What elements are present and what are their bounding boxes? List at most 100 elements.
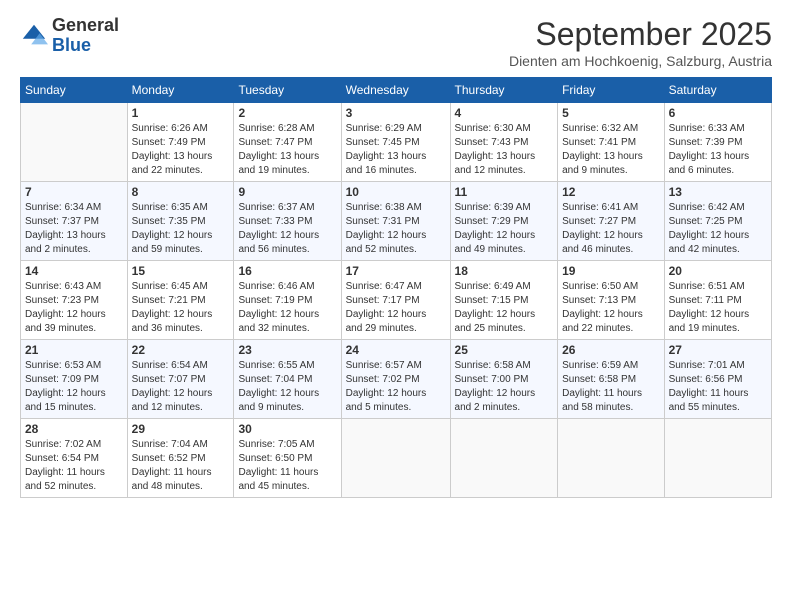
day-number: 20 (669, 264, 767, 278)
col-thursday: Thursday (450, 78, 558, 103)
col-saturday: Saturday (664, 78, 771, 103)
day-number: 7 (25, 185, 123, 199)
day-number: 29 (132, 422, 230, 436)
day-cell: 30Sunrise: 7:05 AM Sunset: 6:50 PM Dayli… (234, 419, 341, 498)
day-info: Sunrise: 7:02 AM Sunset: 6:54 PM Dayligh… (25, 438, 123, 494)
title-area: September 2025 Dienten am Hochkoenig, Sa… (509, 16, 772, 69)
day-cell: 23 Sunrise: 6:55 AM Sunset: 7:04 PM Dayli… (234, 340, 341, 419)
day-info: Sunrise: 6:58 AM Sunset: 7:00 PM Dayligh… (455, 359, 554, 415)
logo-blue: Blue (52, 35, 91, 55)
day-cell: 7 Sunrise: 6:34 AM Sunset: 7:37 PM Daylig… (21, 182, 128, 261)
day-cell: 29 Sunrise: 7:04 AM Sunset: 6:52 PM Dayli… (127, 419, 234, 498)
day-cell (21, 103, 128, 182)
day-cell (558, 419, 664, 498)
day-cell: 21 Sunrise: 6:53 AM Sunset: 7:09 PM Dayli… (21, 340, 128, 419)
day-cell (450, 419, 558, 498)
day-info: Sunrise: 6:26 AM Sunset: 7:49 PM Dayligh… (132, 122, 230, 178)
day-cell: 20 Sunrise: 6:51 AM Sunset: 7:11 PM Dayli… (664, 261, 771, 340)
day-info: Sunrise: 6:35 AM Sunset: 7:35 PM Dayligh… (132, 201, 230, 257)
col-monday: Monday (127, 78, 234, 103)
day-cell: 14 Sunrise: 6:43 AM Sunset: 7:23 PM Dayli… (21, 261, 128, 340)
day-number: 16 (238, 264, 336, 278)
day-info: Sunrise: 6:51 AM Sunset: 7:11 PM Dayligh… (669, 280, 767, 336)
day-number: 27 (669, 343, 767, 357)
day-number: 22 (132, 343, 230, 357)
day-number: 12 (562, 185, 659, 199)
day-number: 11 (455, 185, 554, 199)
day-cell: 24 Sunrise: 6:57 AM Sunset: 7:02 PM Dayli… (341, 340, 450, 419)
col-wednesday: Wednesday (341, 78, 450, 103)
day-info: Sunrise: 6:59 AM Sunset: 6:58 PM Dayligh… (562, 359, 659, 415)
day-number: 18 (455, 264, 554, 278)
day-number: 15 (132, 264, 230, 278)
day-cell (341, 419, 450, 498)
day-number: 30 (238, 422, 336, 436)
day-info: Sunrise: 6:46 AM Sunset: 7:19 PM Dayligh… (238, 280, 336, 336)
day-info: Sunrise: 6:57 AM Sunset: 7:02 PM Dayligh… (346, 359, 446, 415)
col-sunday: Sunday (21, 78, 128, 103)
day-info: Sunrise: 6:28 AM Sunset: 7:47 PM Dayligh… (238, 122, 336, 178)
day-info: Sunrise: 6:39 AM Sunset: 7:29 PM Dayligh… (455, 201, 554, 257)
day-cell: 5Sunrise: 6:32 AM Sunset: 7:41 PM Daylig… (558, 103, 664, 182)
day-cell: 6 Sunrise: 6:33 AM Sunset: 7:39 PM Daylig… (664, 103, 771, 182)
day-number: 2 (238, 106, 336, 120)
day-number: 25 (455, 343, 554, 357)
day-info: Sunrise: 6:41 AM Sunset: 7:27 PM Dayligh… (562, 201, 659, 257)
day-info: Sunrise: 6:50 AM Sunset: 7:13 PM Dayligh… (562, 280, 659, 336)
day-number: 17 (346, 264, 446, 278)
day-number: 14 (25, 264, 123, 278)
day-number: 21 (25, 343, 123, 357)
day-number: 3 (346, 106, 446, 120)
day-info: Sunrise: 7:04 AM Sunset: 6:52 PM Dayligh… (132, 438, 230, 494)
day-info: Sunrise: 6:38 AM Sunset: 7:31 PM Dayligh… (346, 201, 446, 257)
day-cell: 27Sunrise: 7:01 AM Sunset: 6:56 PM Dayli… (664, 340, 771, 419)
day-number: 4 (455, 106, 554, 120)
page-container: General Blue September 2025 Dienten am H… (0, 0, 792, 508)
day-cell: 26 Sunrise: 6:59 AM Sunset: 6:58 PM Dayli… (558, 340, 664, 419)
day-cell: 19Sunrise: 6:50 AM Sunset: 7:13 PM Dayli… (558, 261, 664, 340)
day-cell: 17Sunrise: 6:47 AM Sunset: 7:17 PM Dayli… (341, 261, 450, 340)
day-number: 9 (238, 185, 336, 199)
calendar-table: Sunday Monday Tuesday Wednesday Thursday… (20, 77, 772, 498)
day-info: Sunrise: 6:33 AM Sunset: 7:39 PM Dayligh… (669, 122, 767, 178)
day-info: Sunrise: 6:43 AM Sunset: 7:23 PM Dayligh… (25, 280, 123, 336)
day-cell: 25 Sunrise: 6:58 AM Sunset: 7:00 PM Dayli… (450, 340, 558, 419)
day-cell: 8 Sunrise: 6:35 AM Sunset: 7:35 PM Daylig… (127, 182, 234, 261)
day-info: Sunrise: 6:42 AM Sunset: 7:25 PM Dayligh… (669, 201, 767, 257)
day-number: 26 (562, 343, 659, 357)
day-info: Sunrise: 6:45 AM Sunset: 7:21 PM Dayligh… (132, 280, 230, 336)
logo-icon (20, 22, 48, 50)
day-info: Sunrise: 6:49 AM Sunset: 7:15 PM Dayligh… (455, 280, 554, 336)
day-info: Sunrise: 6:53 AM Sunset: 7:09 PM Dayligh… (25, 359, 123, 415)
day-number: 28 (25, 422, 123, 436)
day-number: 8 (132, 185, 230, 199)
day-cell: 22Sunrise: 6:54 AM Sunset: 7:07 PM Dayli… (127, 340, 234, 419)
calendar-body: 1Sunrise: 6:26 AM Sunset: 7:49 PM Daylig… (21, 103, 772, 498)
day-number: 6 (669, 106, 767, 120)
day-cell: 11 Sunrise: 6:39 AM Sunset: 7:29 PM Dayli… (450, 182, 558, 261)
day-cell: 1Sunrise: 6:26 AM Sunset: 7:49 PM Daylig… (127, 103, 234, 182)
col-tuesday: Tuesday (234, 78, 341, 103)
header: General Blue September 2025 Dienten am H… (20, 16, 772, 69)
subtitle: Dienten am Hochkoenig, Salzburg, Austria (509, 53, 772, 69)
logo: General Blue (20, 16, 119, 56)
day-number: 23 (238, 343, 336, 357)
day-cell: 3Sunrise: 6:29 AM Sunset: 7:45 PM Daylig… (341, 103, 450, 182)
logo-general: General (52, 15, 119, 35)
week-row-4: 21 Sunrise: 6:53 AM Sunset: 7:09 PM Dayli… (21, 340, 772, 419)
day-cell: 15 Sunrise: 6:45 AM Sunset: 7:21 PM Dayli… (127, 261, 234, 340)
day-info: Sunrise: 6:55 AM Sunset: 7:04 PM Dayligh… (238, 359, 336, 415)
col-friday: Friday (558, 78, 664, 103)
day-cell: 18 Sunrise: 6:49 AM Sunset: 7:15 PM Dayli… (450, 261, 558, 340)
day-info: Sunrise: 6:34 AM Sunset: 7:37 PM Dayligh… (25, 201, 123, 257)
day-info: Sunrise: 6:30 AM Sunset: 7:43 PM Dayligh… (455, 122, 554, 178)
day-cell: 16 Sunrise: 6:46 AM Sunset: 7:19 PM Dayli… (234, 261, 341, 340)
day-number: 5 (562, 106, 659, 120)
logo-text: General Blue (52, 16, 119, 56)
calendar-header: Sunday Monday Tuesday Wednesday Thursday… (21, 78, 772, 103)
day-cell: 12 Sunrise: 6:41 AM Sunset: 7:27 PM Dayli… (558, 182, 664, 261)
week-row-3: 14 Sunrise: 6:43 AM Sunset: 7:23 PM Dayli… (21, 261, 772, 340)
month-title: September 2025 (509, 16, 772, 53)
header-row: Sunday Monday Tuesday Wednesday Thursday… (21, 78, 772, 103)
day-number: 24 (346, 343, 446, 357)
